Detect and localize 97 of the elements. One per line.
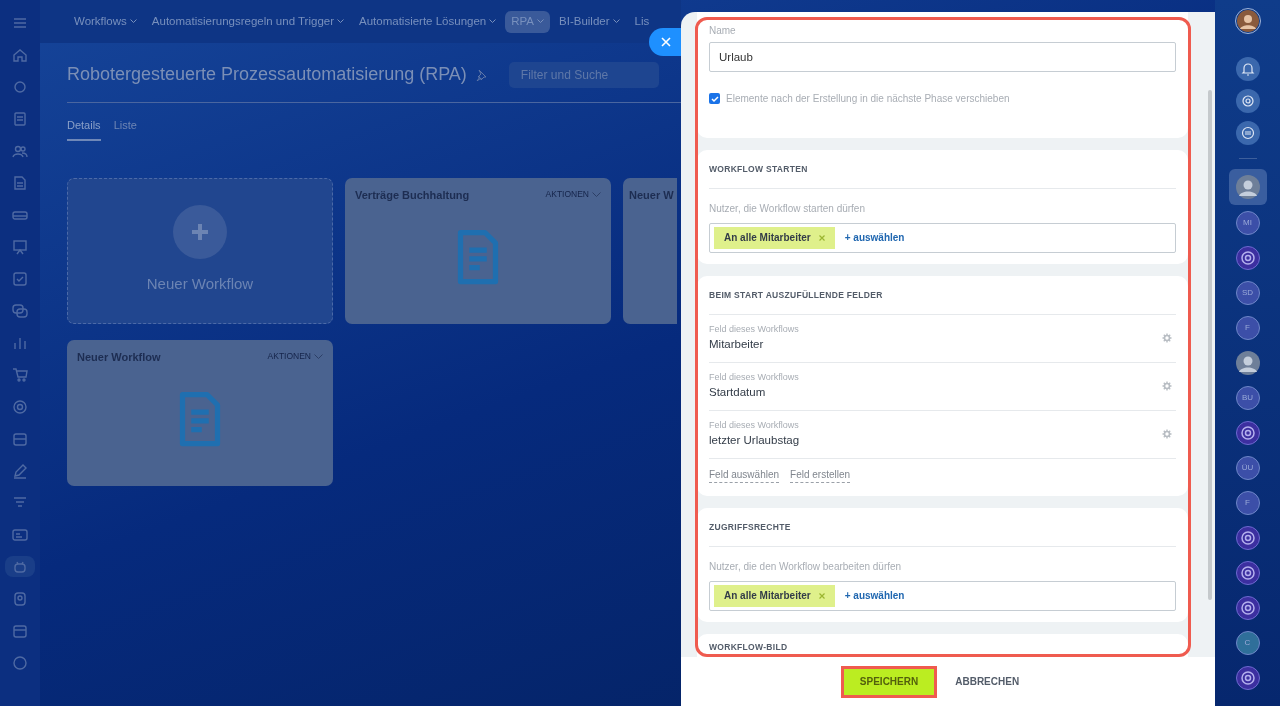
chevron-down-icon <box>592 191 601 198</box>
contact-avatar[interactable]: C <box>1235 630 1260 655</box>
scrollbar[interactable] <box>1208 90 1212 600</box>
target-icon[interactable] <box>12 398 28 415</box>
name-field[interactable]: Urlaub <box>709 42 1176 72</box>
field-caption: Feld dieses Workflows <box>709 418 800 432</box>
nav-tab[interactable]: Lis <box>628 10 656 33</box>
document-icon[interactable] <box>12 174 28 191</box>
pin-icon[interactable] <box>474 68 487 81</box>
chat-button[interactable] <box>1235 121 1260 145</box>
person-silhouette-icon <box>1236 10 1259 32</box>
chevron-down-icon <box>537 19 545 24</box>
contact-avatar[interactable]: SD <box>1235 280 1260 305</box>
contact-avatar[interactable]: BU <box>1235 385 1260 410</box>
home-icon[interactable] <box>12 46 28 63</box>
settings-icon[interactable] <box>1162 429 1172 440</box>
contact-avatar[interactable]: ÜU <box>1235 455 1260 480</box>
field-link[interactable]: Feld erstellen <box>790 466 851 483</box>
field-name: Startdatum <box>709 385 767 401</box>
storage-icon[interactable] <box>12 430 28 447</box>
field-caption: Feld dieses Workflows <box>709 322 799 336</box>
actions-button[interactable]: AKTIONEN <box>545 188 601 202</box>
contact-avatar[interactable]: F <box>1235 315 1260 340</box>
person-silhouette-icon[interactable] <box>1235 175 1260 199</box>
section-heading: WORKFLOW-BILD <box>709 641 789 654</box>
view-tab[interactable]: Liste <box>113 117 137 141</box>
nav-tab[interactable]: Automatisierte Lösungen <box>353 10 503 33</box>
presentation-icon[interactable] <box>12 238 28 255</box>
checkbox-icon[interactable] <box>12 270 28 287</box>
workflow-card[interactable]: Neuer W <box>623 177 677 324</box>
actions-button[interactable]: AKTIONEN <box>267 350 323 364</box>
bell-icon <box>1239 61 1256 77</box>
close-icon <box>661 37 671 47</box>
contact-avatar[interactable]: F <box>1235 490 1260 515</box>
chevron-down-icon <box>314 353 323 360</box>
add-link[interactable]: + auswählen <box>844 588 905 604</box>
card-title: Neuer W <box>629 187 674 203</box>
checkbox[interactable] <box>709 93 720 104</box>
chat-icon <box>1239 125 1256 141</box>
workflow-card[interactable]: Neuer Workflow AKTIONEN <box>67 339 333 486</box>
settings-icon[interactable] <box>1162 333 1172 344</box>
chevron-down-icon <box>612 19 620 24</box>
user-avatar[interactable] <box>1234 8 1261 34</box>
field-name: letzter Urlaubstag <box>709 433 800 449</box>
search-field[interactable]: Filter und Suche <box>508 61 659 88</box>
workflow-card[interactable]: Verträge Buchhaltung AKTIONEN <box>345 177 611 324</box>
save-button[interactable]: SPEICHERN <box>840 665 938 698</box>
field-caption: Feld dieses Workflows <box>709 370 799 384</box>
close-button[interactable] <box>649 28 683 56</box>
field-name: Mitarbeiter <box>709 337 765 353</box>
document-icon <box>455 229 501 286</box>
remove-icon[interactable] <box>818 592 825 599</box>
add-link[interactable]: + auswählen <box>844 230 905 246</box>
calendar-icon[interactable] <box>12 622 28 639</box>
field-link[interactable]: Feld auswählen <box>709 466 780 483</box>
person-silhouette-icon[interactable] <box>1235 350 1260 375</box>
plus-icon <box>190 222 210 243</box>
card-title: Neuer Workflow <box>77 349 161 365</box>
section-heading: ZUGRIFFSRECHTE <box>709 508 1176 547</box>
card-title: Verträge Buchhaltung <box>355 187 470 203</box>
page-title: Robotergesteuerte Prozessautomatisierung (RPA) <box>67 63 467 86</box>
contact-avatar[interactable]: MI <box>1235 210 1260 235</box>
user-tag[interactable]: An alle Mitarbeiter <box>714 226 835 249</box>
spiral-button[interactable] <box>1235 89 1260 113</box>
tag-label: An alle Mitarbeiter <box>724 231 811 246</box>
settings-icon[interactable] <box>1162 381 1172 392</box>
check-icon <box>710 94 719 103</box>
user-tag[interactable]: An alle Mitarbeiter <box>714 584 835 607</box>
pencil-icon[interactable] <box>12 462 28 479</box>
field-label: Name <box>709 24 737 38</box>
document-icon[interactable] <box>12 110 28 127</box>
card-icon[interactable] <box>12 526 28 543</box>
field-label: Nutzer, die den Workflow bearbeiten dürfen <box>709 559 903 574</box>
field-label: Nutzer, die Workflow starten dürfen <box>709 201 866 216</box>
checkbox-label: Elemente nach der Erstellung in die nächste Phase verschieben <box>726 92 1010 106</box>
cart-icon[interactable] <box>12 366 28 383</box>
cancel-button[interactable]: ABBRECHEN <box>949 665 1026 698</box>
bell-button[interactable] <box>1235 57 1260 81</box>
nav-tab[interactable]: RPA <box>505 10 551 33</box>
nav-tab[interactable]: Workflows <box>68 10 143 33</box>
new-workflow-card[interactable]: Neuer Workflow <box>67 177 333 324</box>
tag-label: An alle Mitarbeiter <box>724 589 811 604</box>
user-selector[interactable]: An alle Mitarbeiter + auswählen <box>709 222 1176 253</box>
section-heading: WORKFLOW STARTEN <box>709 150 1176 189</box>
remove-icon[interactable] <box>818 234 825 241</box>
nav-tab[interactable]: BI-Builder <box>553 10 626 33</box>
chevron-down-icon <box>129 19 137 24</box>
circle-icon[interactable] <box>12 654 28 671</box>
chat-icon[interactable] <box>12 302 28 319</box>
chevron-down-icon <box>489 19 497 24</box>
view-tab[interactable]: Details <box>67 117 101 141</box>
chevron-down-icon <box>337 19 344 24</box>
section-heading: BEIM START AUSZUFÜLLENDE FELDER <box>709 276 1176 315</box>
nav-tab[interactable]: Automatisierungsregeln und Trigger <box>145 10 350 33</box>
card-label: Neuer Workflow <box>146 274 254 295</box>
document-icon <box>177 391 223 448</box>
user-selector[interactable]: An alle Mitarbeiter + auswählen <box>709 580 1176 611</box>
